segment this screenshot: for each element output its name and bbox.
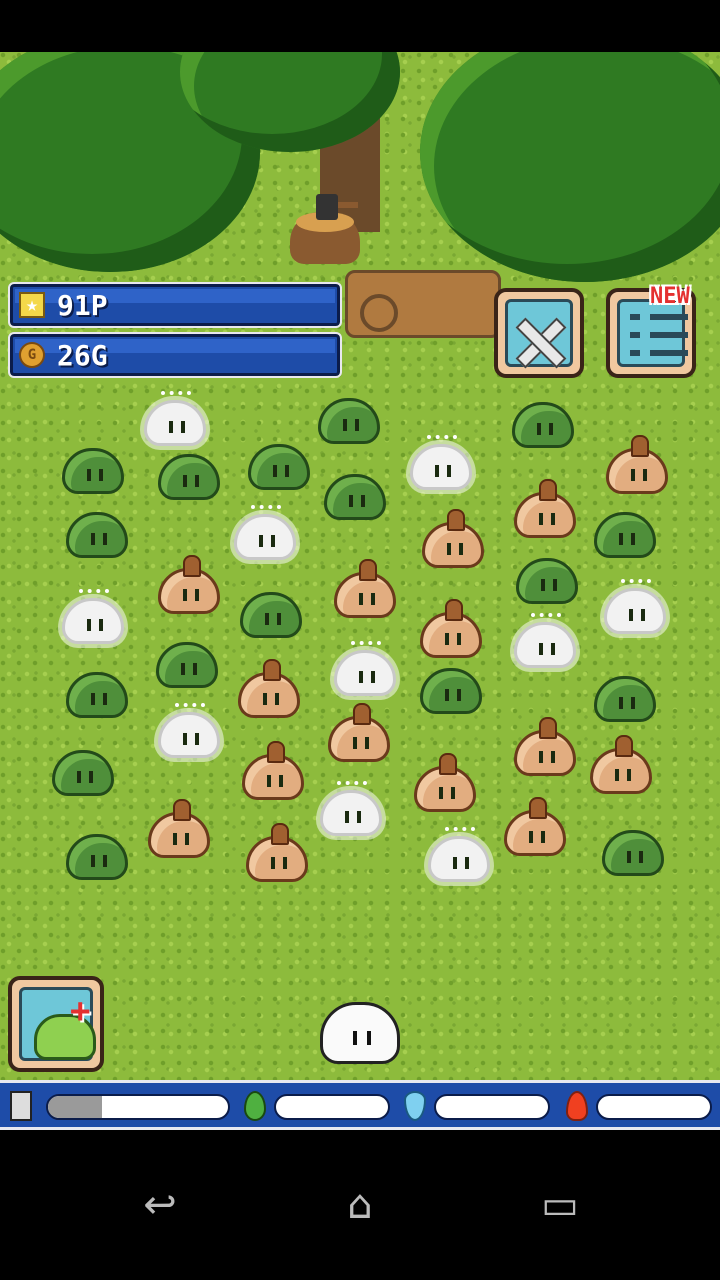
white-slime[interactable] (334, 641, 396, 696)
brown-slime[interactable] (420, 599, 482, 658)
green-slime[interactable] (512, 402, 574, 448)
brown-slime[interactable] (148, 799, 210, 858)
brown-slime[interactable] (504, 797, 566, 856)
axe-handle (336, 202, 358, 208)
green-slime[interactable] (52, 750, 114, 796)
brown-slime[interactable] (414, 753, 476, 812)
brown-slime[interactable] (246, 823, 308, 882)
green-slime[interactable] (594, 676, 656, 722)
home-meter (46, 1094, 230, 1120)
green-slime[interactable] (516, 558, 578, 604)
brown-slime[interactable] (590, 735, 652, 794)
brown-slime[interactable] (422, 509, 484, 568)
brown-slime[interactable] (334, 559, 396, 618)
green-slime[interactable] (240, 592, 302, 638)
axe-icon (316, 194, 338, 220)
white-slime[interactable] (514, 613, 576, 668)
leaf-icon (244, 1091, 266, 1121)
white-slime[interactable] (62, 589, 124, 644)
white-slime[interactable] (320, 781, 382, 836)
green-slime[interactable] (318, 398, 380, 444)
list-icon (630, 314, 640, 320)
tree-canopy (420, 52, 720, 282)
brown-slime[interactable] (238, 659, 300, 718)
green-slime[interactable] (594, 512, 656, 558)
white-slime[interactable] (428, 827, 490, 882)
green-slime[interactable] (324, 474, 386, 520)
white-slime[interactable] (234, 505, 296, 560)
fire-meter (596, 1094, 712, 1120)
green-slime[interactable] (156, 642, 218, 688)
green-slime[interactable] (66, 512, 128, 558)
new-badge: NEW (650, 284, 690, 309)
white-slime[interactable] (144, 391, 206, 446)
points-value: 91P (57, 289, 108, 322)
white-slime[interactable] (410, 435, 472, 490)
element-meter-bar (0, 1080, 720, 1130)
log-ring (360, 294, 398, 332)
brown-slime[interactable] (606, 435, 668, 494)
gold-bar: G 26G (8, 332, 342, 378)
brown-slime[interactable] (242, 741, 304, 800)
home-meter-fill (48, 1096, 102, 1118)
green-slime[interactable] (602, 830, 664, 876)
brown-slime[interactable] (514, 717, 576, 776)
game-field[interactable]: ★ 91P G 26G NEW + (0, 52, 720, 1080)
green-slime[interactable] (158, 454, 220, 500)
grass-meter (274, 1094, 390, 1120)
star-icon: ★ (19, 292, 45, 318)
fire-icon (566, 1091, 588, 1121)
house-icon (10, 1091, 32, 1121)
gold-value: 26G (57, 339, 108, 372)
white-slime[interactable] (604, 579, 666, 634)
home-icon[interactable]: ⌂ (320, 1180, 400, 1230)
green-slime[interactable] (248, 444, 310, 490)
quest-list-button[interactable]: NEW (606, 284, 696, 378)
brown-slime[interactable] (328, 703, 390, 762)
plus-icon: + (70, 991, 91, 1031)
water-meter (434, 1094, 550, 1120)
white-slime[interactable] (158, 703, 220, 758)
green-slime[interactable] (66, 672, 128, 718)
player-slime[interactable] (320, 1002, 400, 1064)
battle-button[interactable] (494, 288, 584, 378)
brown-slime[interactable] (158, 555, 220, 614)
navigation-bar: ↩ ⌂ ▭ (0, 1130, 720, 1280)
status-bar (0, 0, 720, 52)
brown-slime[interactable] (514, 479, 576, 538)
green-slime[interactable] (420, 668, 482, 714)
green-slime[interactable] (66, 834, 128, 880)
back-arrow-icon[interactable]: ↩ (120, 1180, 200, 1230)
points-bar: ★ 91P (8, 282, 342, 328)
recents-icon[interactable]: ▭ (520, 1180, 600, 1230)
green-slime[interactable] (62, 448, 124, 494)
coin-icon: G (19, 342, 45, 368)
water-drop-icon (404, 1091, 426, 1121)
feed-slime-button[interactable]: + (8, 976, 104, 1072)
